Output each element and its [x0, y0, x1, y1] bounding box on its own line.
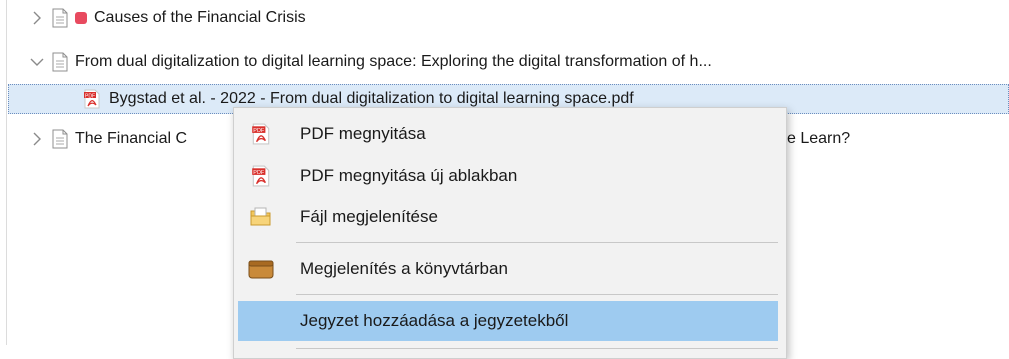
menu-item-label: Megjelenítés a könyvtárban	[300, 259, 508, 278]
menu-item-show-in-library[interactable]: Megjelenítés a könyvtárban	[238, 249, 778, 289]
menu-item-label: PDF megnyitása új ablakban	[300, 166, 518, 185]
menu-separator	[296, 294, 778, 295]
context-menu: PDF PDF megnyitása PDF PDF megnyitása új…	[233, 107, 787, 359]
menu-item-label: Jegyzet hozzáadása a jegyzetekből	[300, 311, 569, 330]
pdf-icon: PDF	[248, 163, 274, 189]
svg-text:PDF: PDF	[253, 170, 265, 176]
menu-item-show-file[interactable]: Fájl megjelenítése	[238, 197, 778, 237]
document-icon	[52, 129, 68, 149]
tree-row-label: Causes of the Financial Crisis	[94, 9, 306, 26]
tag-color-dot	[75, 12, 87, 24]
tree-row-financial-tail[interactable]: e Learn?	[787, 124, 850, 154]
chevron-right-icon[interactable]	[28, 9, 46, 27]
tree-row-label: Bygstad et al. - 2022 - From dual digita…	[109, 90, 634, 107]
tree-row-dual-digitalization[interactable]: From dual digitalization to digital lear…	[8, 47, 712, 77]
chevron-down-icon[interactable]	[28, 53, 46, 71]
folder-icon	[248, 204, 274, 230]
menu-separator	[296, 348, 778, 349]
chevron-right-icon[interactable]	[28, 130, 46, 148]
svg-text:PDF: PDF	[85, 93, 95, 99]
tree-row-label: From dual digitalization to digital lear…	[75, 53, 712, 70]
tree-row-financial[interactable]: The Financial C	[8, 124, 187, 154]
menu-item-label: Fájl megjelenítése	[300, 207, 438, 226]
menu-separator	[296, 242, 778, 243]
tree-row-label-tail: e Learn?	[787, 130, 851, 147]
tree-row-label: The Financial C	[75, 130, 188, 147]
left-pane-edge	[0, 0, 7, 345]
menu-item-open-pdf-new-window[interactable]: PDF PDF megnyitása új ablakban	[238, 156, 778, 196]
library-box-icon	[248, 256, 274, 282]
menu-item-add-note-from-annotations[interactable]: Jegyzet hozzáadása a jegyzetekből	[238, 301, 778, 341]
document-icon	[52, 8, 68, 28]
pdf-icon: PDF	[248, 121, 274, 147]
svg-text:PDF: PDF	[253, 128, 265, 134]
document-icon	[52, 52, 68, 72]
tree-row-causes[interactable]: Causes of the Financial Crisis	[8, 3, 306, 33]
menu-item-label: PDF megnyitása	[300, 124, 426, 143]
pdf-icon: PDF	[82, 89, 102, 109]
menu-item-open-pdf[interactable]: PDF PDF megnyitása	[238, 114, 778, 154]
